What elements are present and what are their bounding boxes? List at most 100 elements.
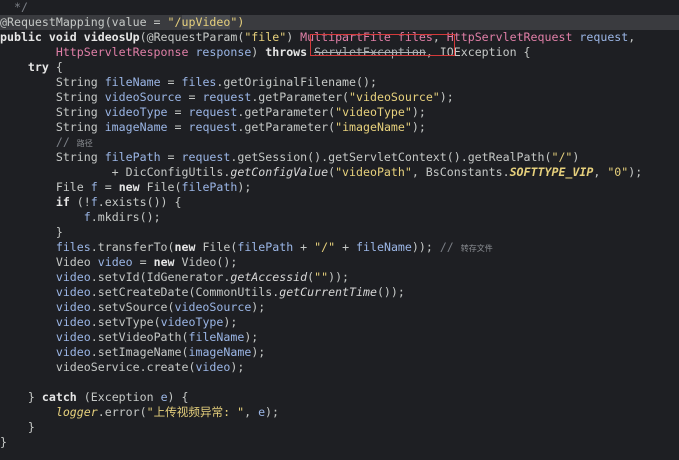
code-token: .setvType(	[90, 315, 161, 329]
code-editor[interactable]: */@RequestMapping(value = "/upVideo") pub…	[0, 0, 679, 460]
code-line: // 路径	[0, 135, 679, 150]
code-token: );	[439, 90, 454, 104]
code-token: )	[572, 150, 580, 164]
code-token: .getParameter(	[237, 120, 336, 134]
code-token: videoType	[104, 105, 168, 119]
code-token: ,	[244, 405, 259, 419]
code-token: "/"	[314, 240, 336, 254]
code-token: )	[251, 45, 266, 59]
code-token: String	[0, 105, 105, 119]
code-token: "上传视频异常: "	[146, 405, 245, 419]
code-token: video	[0, 285, 91, 299]
code-token: .setImageName(	[90, 345, 189, 359]
code-token: f	[90, 195, 98, 209]
code-token: 路径	[76, 139, 93, 148]
code-token: ,	[432, 30, 447, 44]
code-token: ""	[314, 270, 329, 284]
code-token: SOFTTYPE_VIP	[509, 165, 594, 179]
code-token: );	[628, 165, 643, 179]
code-line: String fileName = files.getOriginalFilen…	[0, 75, 679, 90]
code-token: );	[411, 105, 426, 119]
code-token: new	[118, 180, 147, 194]
code-token: String	[0, 120, 105, 134]
code-token: fileName	[356, 240, 412, 254]
code-token: +	[293, 240, 315, 254]
code-token: .create(	[139, 360, 196, 374]
code-line: files.transferTo(new File(filePath + "/"…	[0, 240, 679, 255]
code-token: //	[0, 135, 77, 149]
code-token: getAccessid	[230, 270, 308, 284]
code-token: );	[251, 345, 266, 359]
code-token: f	[90, 180, 98, 194]
code-line: }	[0, 420, 679, 435]
code-token: video	[0, 330, 91, 344]
code-token: String	[0, 90, 105, 104]
code-token: request	[188, 105, 238, 119]
code-line: logger.error("上传视频异常: ", e);	[0, 405, 679, 420]
code-token: }	[0, 420, 35, 434]
code-token: throws	[265, 45, 315, 59]
code-token: new	[174, 240, 203, 254]
code-line: + DicConfigUtils.getConfigValue("videoPa…	[0, 165, 679, 180]
code-token: , BsConstants.	[411, 165, 510, 179]
code-token: e	[258, 405, 266, 419]
code-token: 转存文件	[460, 244, 493, 253]
code-token: );	[251, 300, 266, 314]
code-token: video	[195, 360, 231, 374]
code-token: ));	[411, 240, 440, 254]
code-token: video	[0, 345, 91, 359]
code-token: File(	[202, 240, 238, 254]
code-token: =	[160, 75, 182, 89]
code-token: (	[328, 165, 336, 179]
code-line: Video video = new Video();	[0, 255, 679, 270]
code-token: filePath	[104, 150, 161, 164]
code-token: video	[97, 255, 133, 269]
code-token: (@RequestParam(	[139, 30, 245, 44]
code-token: =	[181, 90, 203, 104]
code-line: video.setImageName(imageName);	[0, 345, 679, 360]
code-token: File(	[146, 180, 182, 194]
code-token: files	[181, 75, 217, 89]
code-token: Video();	[181, 255, 238, 269]
code-token: upVideo	[181, 15, 231, 29]
code-line: HttpServletResponse response) throws Ser…	[0, 45, 679, 60]
code-token: video	[0, 315, 91, 329]
code-token: );	[265, 405, 280, 419]
code-token: */	[0, 0, 28, 14]
code-line: f.mkdirs();	[0, 210, 679, 225]
code-token: =	[167, 120, 189, 134]
code-token: + DicConfigUtils.	[0, 165, 231, 179]
code-line: File f = new File(filePath);	[0, 180, 679, 195]
code-token: ));	[328, 270, 350, 284]
code-token: ,	[593, 165, 608, 179]
code-token: String	[0, 75, 105, 89]
code-line: String filePath = request.getSession().g…	[0, 150, 679, 165]
code-token: getConfigValue	[230, 165, 329, 179]
code-token: getCurrentTime	[279, 285, 377, 299]
code-token: video	[0, 270, 91, 284]
code-token: .getParameter(	[251, 90, 350, 104]
code-line: try {	[0, 60, 679, 75]
code-token: );	[244, 330, 259, 344]
code-token: String	[0, 150, 105, 164]
code-token: imageName	[104, 120, 168, 134]
code-token: ServletException	[314, 45, 426, 59]
code-token: request	[181, 150, 231, 164]
code-line: public void videosUp(@RequestParam("file…	[0, 30, 679, 45]
code-token: }	[0, 390, 42, 404]
code-token: videoType	[160, 315, 224, 329]
code-token: );	[230, 360, 245, 374]
code-line: video.setvSource(videoSource);	[0, 300, 679, 315]
code-token: .getParameter(	[237, 105, 336, 119]
code-token: @RequestMapping(value =	[0, 15, 168, 29]
code-token: }	[0, 225, 63, 239]
code-token: , IOException {	[425, 45, 531, 59]
code-token: MultipartFile	[300, 30, 398, 44]
code-token: =	[160, 150, 182, 164]
code-token: );	[223, 315, 238, 329]
code-token: video	[0, 300, 91, 314]
code-line: video.setvType(videoType);	[0, 315, 679, 330]
code-token: fileName	[104, 75, 161, 89]
code-token: "/"	[551, 150, 573, 164]
